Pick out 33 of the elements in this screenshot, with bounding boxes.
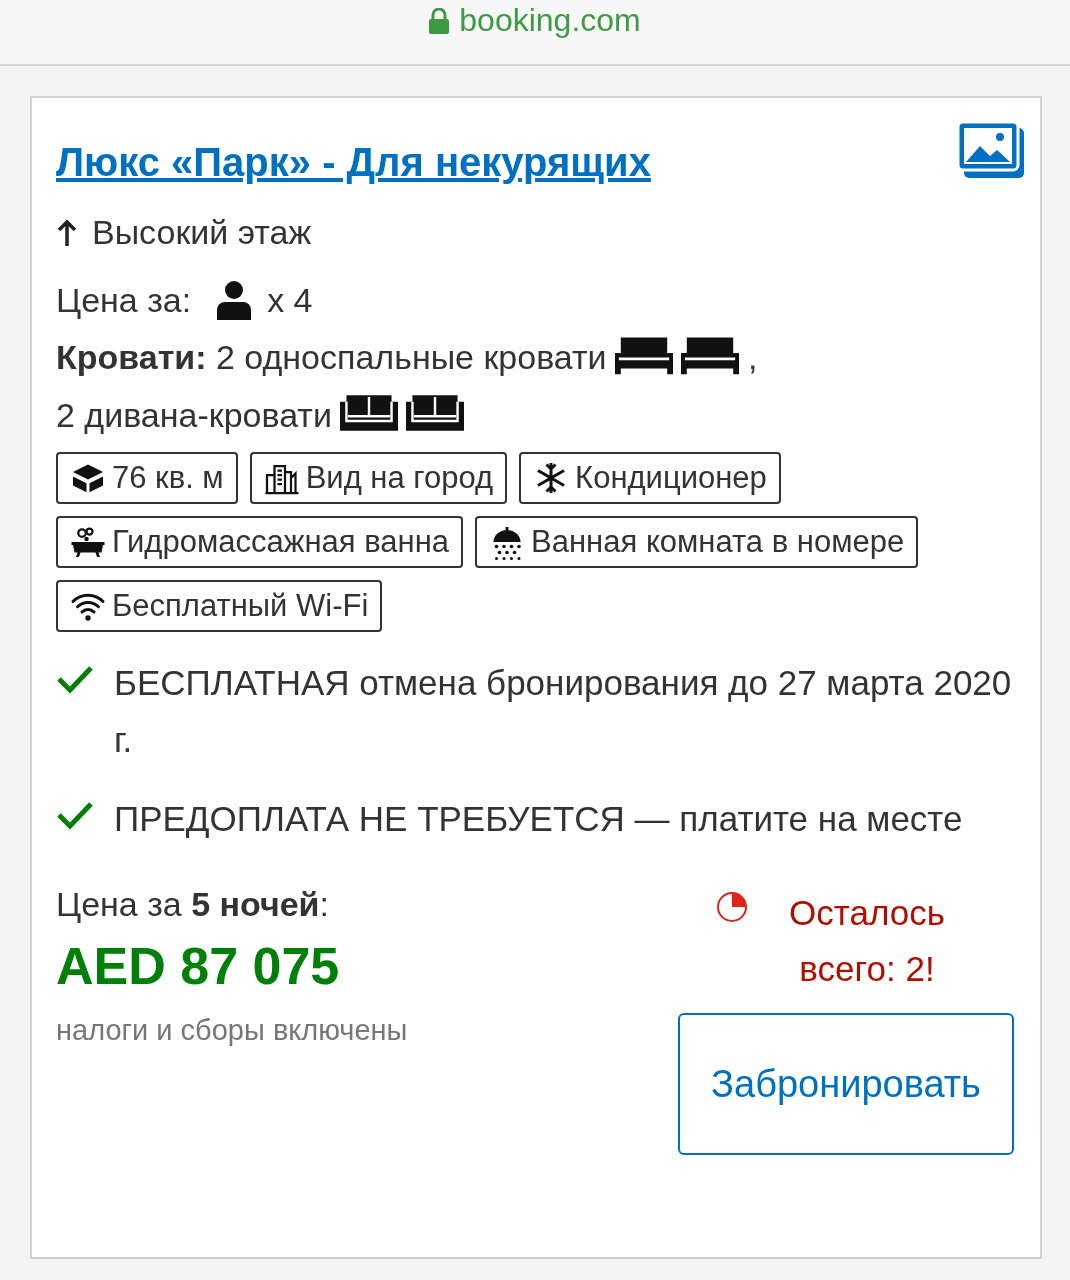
separator-text: , <box>748 338 758 376</box>
bathtub-icon <box>70 524 106 560</box>
room-title-link[interactable]: Люкс «Парк» - Для некурящих <box>56 140 651 185</box>
sofa-icon <box>405 393 464 433</box>
bed-icon <box>614 335 673 375</box>
floor-text: Высокий этаж <box>92 213 312 252</box>
sofa-icon <box>339 393 398 433</box>
guest-count: x 4 <box>267 280 313 320</box>
pie-chart-icon <box>716 891 748 923</box>
beds-label: Кровати: <box>56 338 207 376</box>
condition-text: БЕСПЛАТНАЯ отмена бронирования до 27 марта 2020 г. <box>114 662 1013 761</box>
price-for-label: Цена за: <box>56 280 192 320</box>
tax-note: налоги и сборы включены <box>56 1014 408 1047</box>
photos-icon[interactable] <box>956 120 1026 180</box>
facility-text: Ванная комната в номере <box>531 524 905 560</box>
bed-description: 2 односпальные кровати <box>216 338 607 376</box>
up-arrow-icon <box>56 218 78 247</box>
check-icon <box>56 800 94 830</box>
price-label: Цена за 5 ночей: <box>56 885 330 924</box>
rooms-left-text: Осталось всего: 2! <box>788 892 946 990</box>
check-icon <box>56 664 94 694</box>
book-button[interactable]: Забронировать <box>678 1013 1014 1155</box>
price-amount: AED 87 075 <box>56 936 341 996</box>
bed-description: 2 дивана-кровати <box>56 396 332 434</box>
facility-text: Гидромассажная ванна <box>112 524 450 560</box>
bed-icon <box>680 335 739 375</box>
facility-text: Вид на город <box>305 460 494 496</box>
facility-text: Бесплатный Wi-Fi <box>112 588 369 624</box>
condition-text: ПРЕДОПЛАТА НЕ ТРЕБУЕТСЯ — платите на месте <box>114 798 963 840</box>
facility-text: Кондиционер <box>575 460 767 496</box>
facility-text: 76 кв. м <box>112 460 224 496</box>
person-icon <box>215 280 254 320</box>
url-text: booking.com <box>459 2 641 39</box>
